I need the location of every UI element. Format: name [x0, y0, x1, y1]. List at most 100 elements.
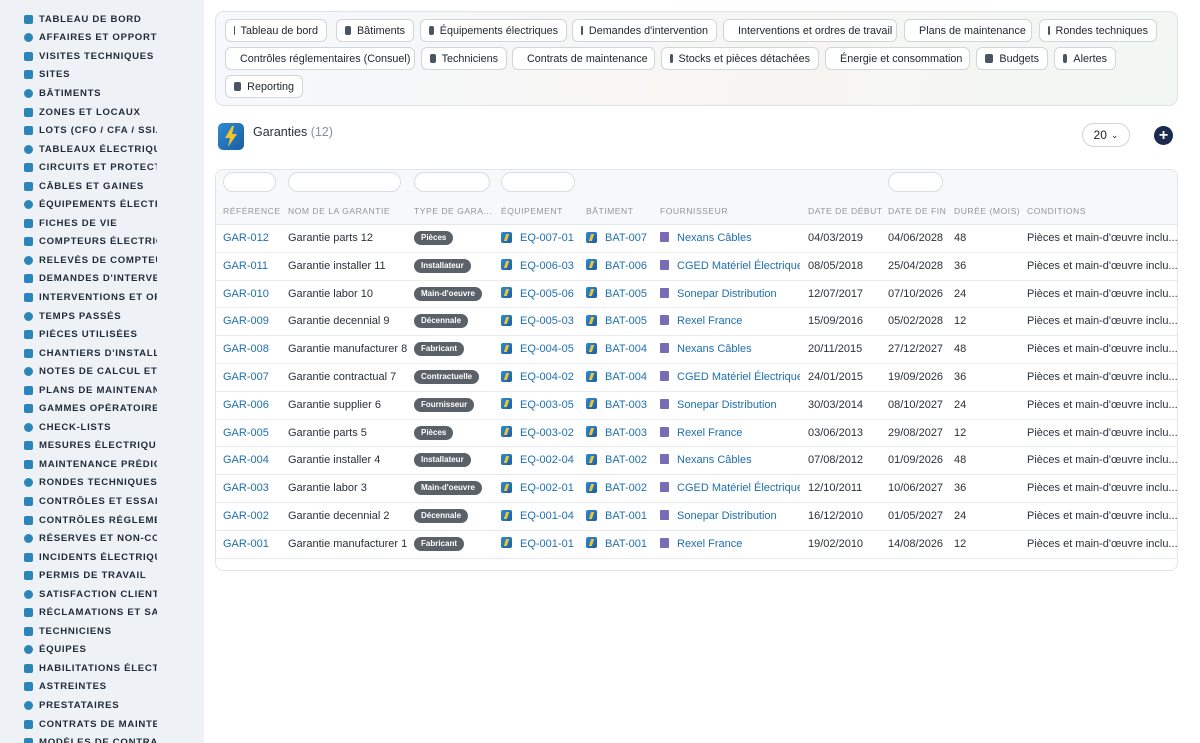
building-link[interactable]: BAT-003 [605, 427, 647, 439]
sidebar-item[interactable]: BÂTIMENTS [0, 84, 157, 103]
table-row[interactable]: GAR-007 Garantie contractual 7 Contractuel… [216, 364, 1177, 392]
building-link[interactable]: BAT-001 [605, 538, 647, 550]
sidebar-item[interactable]: LOTS (CFO / CFA / SSI...) [0, 121, 157, 140]
sidebar-item[interactable]: ZONES ET LOCAUX [0, 103, 157, 122]
reference-link[interactable]: GAR-010 [223, 288, 269, 300]
sidebar-item[interactable]: INTERVENTIONS ET ORDI [0, 288, 157, 307]
reference-link[interactable]: GAR-008 [223, 343, 269, 355]
reference-link[interactable]: GAR-012 [223, 232, 269, 244]
sidebar-item[interactable]: GAMMES OPÉRATOIRES [0, 399, 157, 418]
reference-link[interactable]: GAR-003 [223, 482, 269, 494]
column-header[interactable]: DURÉE (MOIS) [954, 206, 1020, 216]
sidebar-item[interactable]: CÂBLES ET GAINES [0, 177, 157, 196]
reference-link[interactable]: GAR-005 [223, 427, 269, 439]
reference-link[interactable]: GAR-007 [223, 371, 269, 383]
building-link[interactable]: BAT-005 [605, 315, 647, 327]
nav-button[interactable]: Rondes techniques [1039, 19, 1157, 42]
sidebar-item[interactable]: TECHNICIENS [0, 622, 157, 641]
building-link[interactable]: BAT-002 [605, 482, 647, 494]
supplier-link[interactable]: Nexans Câbles [677, 343, 752, 355]
sidebar-item[interactable]: PRESTATAIRES [0, 696, 157, 715]
nav-button[interactable]: Demandes d'intervention [572, 19, 717, 42]
nav-button[interactable]: Reporting [225, 75, 303, 98]
nav-button[interactable]: Stocks et pièces détachées [661, 47, 819, 70]
sidebar-item[interactable]: CHANTIERS D'INSTALLAT [0, 344, 157, 363]
sidebar-item[interactable]: ASTREINTES [0, 678, 157, 697]
column-header[interactable]: CONDITIONS [1027, 206, 1086, 216]
sidebar-item[interactable]: TEMPS PASSÉS [0, 307, 157, 326]
column-header[interactable]: TYPE DE GARA... [414, 206, 492, 216]
column-header[interactable]: RÉFÉRENCE [223, 206, 281, 216]
filter-equipment-input[interactable] [501, 172, 575, 192]
nav-button[interactable]: Contrats de maintenance [512, 47, 655, 70]
supplier-link[interactable]: Sonepar Distribution [677, 288, 777, 300]
reference-link[interactable]: GAR-001 [223, 538, 269, 550]
nav-button[interactable]: Interventions et ordres de travail [723, 19, 897, 42]
supplier-link[interactable]: Rexel France [677, 427, 742, 439]
nav-button[interactable]: Bâtiments [336, 19, 414, 42]
nav-button[interactable]: Tableau de bord [225, 19, 327, 42]
supplier-link[interactable]: Sonepar Distribution [677, 399, 777, 411]
building-link[interactable]: BAT-004 [605, 371, 647, 383]
column-header[interactable]: ÉQUIPEMENT [501, 206, 563, 216]
equipment-link[interactable]: EQ-006-03 [520, 260, 574, 272]
nav-button[interactable]: Énergie et consommation [825, 47, 970, 70]
table-row[interactable]: GAR-004 Garantie installer 4 Installateur E… [216, 447, 1177, 476]
building-link[interactable]: BAT-002 [605, 454, 647, 466]
sidebar-item[interactable]: FICHES DE VIE [0, 214, 157, 233]
sidebar-item[interactable]: MAINTENANCE PRÉDICTI [0, 455, 157, 474]
sidebar-item[interactable]: MODÈLES DE CONTRATS [0, 733, 157, 743]
table-row[interactable]: GAR-008 Garantie manufacturer 8 Fabricant E… [216, 336, 1177, 364]
equipment-link[interactable]: EQ-004-05 [520, 343, 574, 355]
sidebar-item[interactable]: RÉSERVES ET NON-CONF [0, 529, 157, 548]
column-header[interactable]: FOURNISSEUR [660, 206, 728, 216]
column-header[interactable]: DATE DE FIN [888, 206, 946, 216]
equipment-link[interactable]: EQ-004-02 [520, 371, 574, 383]
supplier-link[interactable]: CGED Matériel Électrique [677, 260, 800, 272]
equipment-link[interactable]: EQ-001-01 [520, 538, 574, 550]
building-link[interactable]: BAT-001 [605, 510, 647, 522]
nav-button[interactable]: Techniciens [421, 47, 507, 70]
table-row[interactable]: GAR-011 Garantie installer 11 Installateur… [216, 253, 1177, 281]
filter-type-input[interactable] [414, 172, 490, 192]
sidebar-item[interactable]: ÉQUIPES [0, 641, 157, 660]
equipment-link[interactable]: EQ-002-04 [520, 454, 574, 466]
supplier-link[interactable]: Sonepar Distribution [677, 510, 777, 522]
sidebar-item[interactable]: CONTRÔLES RÉGLEMENT [0, 511, 157, 530]
equipment-link[interactable]: EQ-007-01 [520, 232, 574, 244]
supplier-link[interactable]: Rexel France [677, 538, 742, 550]
building-link[interactable]: BAT-003 [605, 399, 647, 411]
sidebar-item[interactable]: SITES [0, 66, 157, 85]
building-link[interactable]: BAT-004 [605, 343, 647, 355]
building-link[interactable]: BAT-006 [605, 260, 647, 272]
sidebar-item[interactable]: COMPTEURS ÉLECTRIQU [0, 233, 157, 252]
page-size-select[interactable]: 20 ⌄ [1082, 123, 1130, 147]
sidebar-item[interactable]: PIÈCES UTILISÉES [0, 325, 157, 344]
sidebar-item[interactable]: VISITES TECHNIQUES ET [0, 47, 157, 66]
column-header[interactable]: BÂTIMENT [586, 206, 633, 216]
sidebar-item[interactable]: NOTES DE CALCUL ET ÉT [0, 362, 157, 381]
nav-button[interactable]: Budgets [976, 47, 1048, 70]
nav-button[interactable]: Plans de maintenance [904, 19, 1032, 42]
nav-button[interactable]: Équipements électriques [420, 19, 567, 42]
equipment-link[interactable]: EQ-001-04 [520, 510, 574, 522]
sidebar-item[interactable]: DEMANDES D'INTERVENT [0, 270, 157, 289]
table-row[interactable]: GAR-006 Garantie supplier 6 Fournisseur EQ-… [216, 391, 1177, 420]
reference-link[interactable]: GAR-009 [223, 315, 269, 327]
reference-link[interactable]: GAR-006 [223, 399, 269, 411]
building-link[interactable]: BAT-007 [605, 232, 647, 244]
supplier-link[interactable]: CGED Matériel Électrique [677, 371, 800, 383]
sidebar-item[interactable]: CONTRATS DE MAINTENA [0, 715, 157, 734]
sidebar-item[interactable]: INCIDENTS ÉLECTRIQUES [0, 548, 157, 567]
table-row[interactable]: GAR-002 Garantie decennial 2 Décennale EQ-0… [216, 503, 1177, 531]
column-header[interactable]: NOM DE LA GARANTIE [288, 206, 390, 216]
sidebar-item[interactable]: PLANS DE MAINTENANCE [0, 381, 157, 400]
sidebar-item[interactable]: PERMIS DE TRAVAIL [0, 566, 157, 585]
supplier-link[interactable]: CGED Matériel Électrique [677, 482, 800, 494]
nav-button[interactable]: Contrôles réglementaires (Consuel) [225, 47, 415, 70]
sidebar-item[interactable]: CHECK-LISTS [0, 418, 157, 437]
table-row[interactable]: GAR-009 Garantie decennial 9 Décennale EQ-0… [216, 308, 1177, 337]
reference-link[interactable]: GAR-004 [223, 454, 269, 466]
sidebar-item[interactable]: CONTRÔLES ET ESSAIS [0, 492, 157, 511]
nav-button[interactable]: Alertes [1054, 47, 1116, 70]
